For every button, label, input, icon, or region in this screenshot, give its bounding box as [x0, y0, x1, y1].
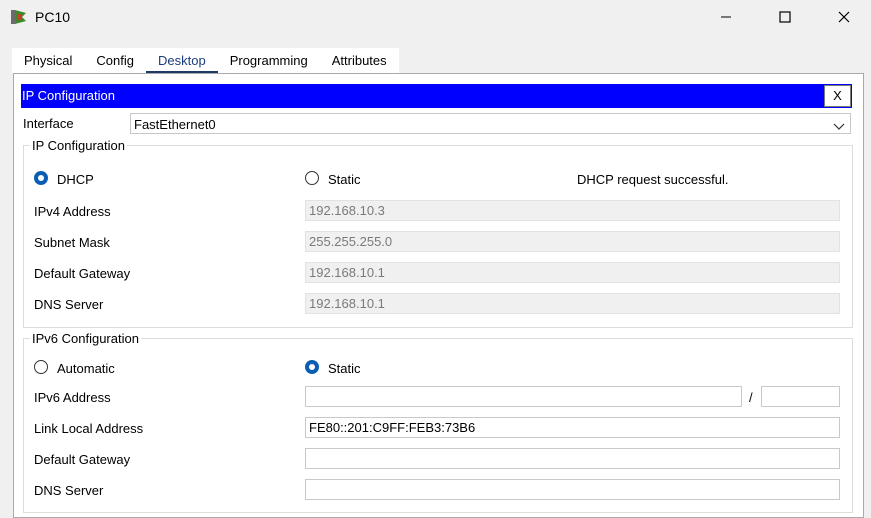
link-local-field[interactable]: FE80::201:C9FF:FEB3:73B6: [305, 417, 840, 438]
subnet-mask-field[interactable]: 255.255.255.0: [305, 231, 840, 252]
ipv6-dns-label: DNS Server: [34, 483, 104, 498]
ipv4-gateway-field[interactable]: 192.168.10.1: [305, 262, 840, 283]
ipv6-address-label: IPv6 Address: [34, 390, 111, 405]
link-local-label: Link Local Address: [34, 421, 144, 436]
dialog-header: IP Configuration X: [21, 84, 852, 108]
minimize-icon: [721, 16, 731, 18]
tab-physical[interactable]: Physical: [12, 48, 84, 73]
tab-programming[interactable]: Programming: [218, 48, 320, 73]
minimize-button[interactable]: [697, 0, 755, 34]
tab-desktop[interactable]: Desktop: [146, 48, 218, 74]
ipv6-gateway-label: Default Gateway: [34, 452, 131, 467]
static-ipv4-label: Static: [328, 172, 361, 187]
automatic-ipv6-radio[interactable]: [34, 360, 48, 374]
chevron-down-icon: [833, 119, 845, 134]
ipv4-dns-field[interactable]: 192.168.10.1: [305, 293, 840, 314]
tab-bar: Physical Config Desktop Programming Attr…: [12, 48, 399, 74]
interface-select[interactable]: FastEthernet0: [130, 113, 851, 134]
ipv4-group-legend: IP Configuration: [30, 138, 127, 153]
dhcp-label: DHCP: [57, 172, 94, 187]
static-ipv4-radio[interactable]: [305, 171, 319, 185]
tab-attributes[interactable]: Attributes: [320, 48, 399, 73]
tab-config[interactable]: Config: [84, 48, 146, 73]
prefix-separator: /: [749, 390, 753, 405]
ipv4-dns-label: DNS Server: [34, 297, 104, 312]
ipv6-prefix-input[interactable]: [761, 386, 840, 407]
maximize-icon: [779, 11, 791, 23]
dhcp-radio[interactable]: [34, 171, 48, 185]
static-ipv6-label: Static: [328, 361, 361, 376]
ipv4-address-field[interactable]: 192.168.10.3: [305, 200, 840, 221]
interface-label: Interface: [23, 116, 74, 131]
dialog-close-button[interactable]: X: [824, 85, 851, 107]
ipv6-dns-input[interactable]: [305, 479, 840, 500]
title-bar: PC10: [0, 0, 871, 36]
ipv4-gateway-label: Default Gateway: [34, 266, 131, 281]
interface-value: FastEthernet0: [134, 117, 216, 132]
dhcp-status-text: DHCP request successful.: [577, 172, 729, 187]
close-icon: [838, 11, 850, 23]
maximize-button[interactable]: [756, 0, 814, 34]
ipv6-group-legend: IPv6 Configuration: [30, 331, 141, 346]
automatic-ipv6-label: Automatic: [57, 361, 115, 376]
window-title: PC10: [35, 9, 71, 25]
subnet-mask-label: Subnet Mask: [34, 235, 110, 250]
static-ipv6-radio[interactable]: [305, 360, 319, 374]
ipv4-address-label: IPv4 Address: [34, 204, 111, 219]
close-window-button[interactable]: [815, 0, 871, 34]
dialog-title: IP Configuration: [22, 88, 115, 103]
ipv6-gateway-input[interactable]: [305, 448, 840, 469]
ipv6-address-input[interactable]: [305, 386, 742, 407]
pc-app-icon: [9, 7, 29, 27]
